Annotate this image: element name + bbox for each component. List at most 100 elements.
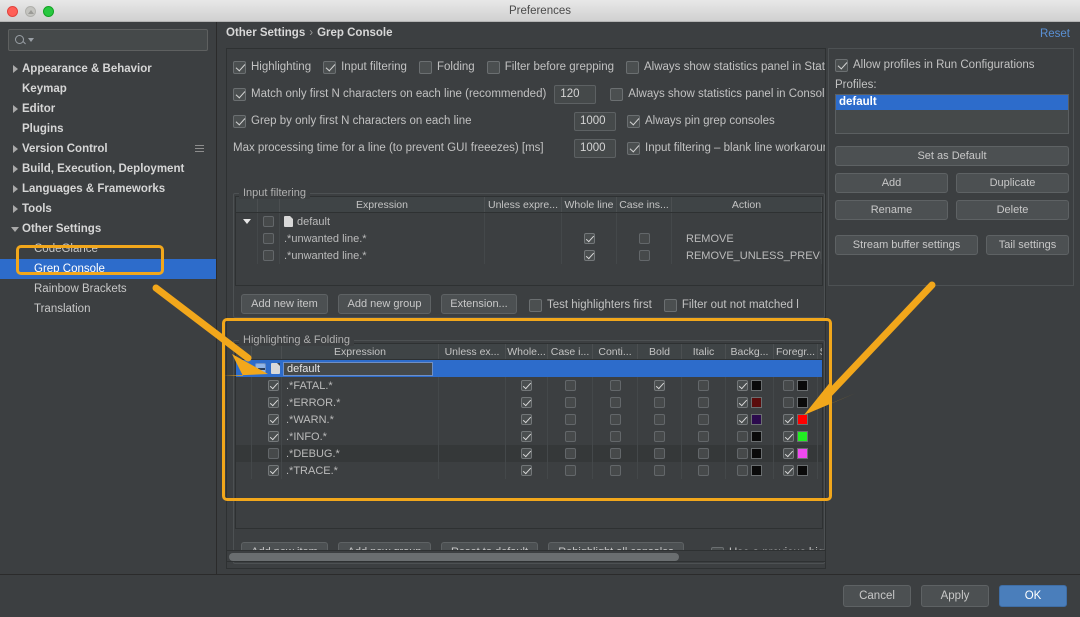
row-expression-cell[interactable]: .*DEBUG.*: [282, 445, 439, 462]
row-expression-cell[interactable]: .*ERROR.*: [282, 394, 439, 411]
row-unless-cell[interactable]: [439, 394, 506, 411]
row-case-cell[interactable]: [617, 247, 672, 264]
row-case-cell[interactable]: [548, 428, 593, 445]
column-foreground[interactable]: Foregr...: [774, 344, 818, 359]
row-case-cell[interactable]: [617, 213, 672, 230]
italic-checkbox[interactable]: [698, 448, 709, 459]
column-action[interactable]: Action: [672, 197, 822, 212]
enabled-checkbox[interactable]: [268, 380, 279, 391]
sidebar-item-grep-console[interactable]: Grep Console: [0, 259, 216, 279]
row-expression-cell[interactable]: .*unwanted line.*: [280, 230, 485, 247]
breadcrumb-root[interactable]: Other Settings: [226, 27, 305, 39]
expression-edit-input[interactable]: default: [283, 361, 433, 376]
highlighting-table[interactable]: Expression Unless ex... Whole... Case i.…: [235, 343, 823, 529]
row-expression-cell[interactable]: .*unwanted line.*: [280, 247, 485, 264]
test-highlighters-first-checkbox[interactable]: [529, 298, 542, 312]
row-expression-cell[interactable]: default: [280, 213, 485, 230]
add-profile-button[interactable]: Add: [835, 173, 948, 193]
row-continue-cell[interactable]: [593, 428, 638, 445]
row-status-cell[interactable]: [818, 411, 822, 428]
continue-checkbox[interactable]: [609, 414, 621, 425]
row-expression-cell[interactable]: default: [282, 360, 439, 377]
row-case-cell[interactable]: [548, 462, 593, 479]
continue-checkbox[interactable]: [609, 431, 621, 442]
table-row[interactable]: default: [236, 360, 822, 377]
match-first-n-checkbox[interactable]: [233, 87, 246, 101]
input-filtering-add-new-item-button[interactable]: Add new item: [241, 294, 328, 314]
chevron-down-icon[interactable]: [28, 38, 34, 42]
foreground-color-swatch[interactable]: [797, 380, 808, 391]
apply-button[interactable]: Apply: [921, 585, 989, 607]
bold-checkbox[interactable]: [654, 431, 665, 442]
column-expression[interactable]: Expression: [282, 344, 439, 359]
row-twisty-cell[interactable]: [236, 360, 252, 377]
continue-checkbox[interactable]: [609, 465, 621, 476]
row-continue-cell[interactable]: [593, 394, 638, 411]
row-background-cell[interactable]: [726, 462, 774, 479]
foreground-checkbox[interactable]: [783, 397, 794, 408]
row-unless-cell[interactable]: [439, 462, 506, 479]
chevron-down-icon[interactable]: [241, 219, 253, 224]
case-insensitive-checkbox[interactable]: [564, 448, 576, 459]
row-enabled-cell[interactable]: [252, 360, 282, 377]
table-row[interactable]: default: [236, 213, 822, 230]
table-row[interactable]: .*TRACE.*: [236, 462, 822, 479]
bold-checkbox[interactable]: [654, 397, 665, 408]
search-input[interactable]: [8, 29, 208, 51]
stream-buffer-settings-button[interactable]: Stream buffer settings: [835, 235, 978, 255]
sidebar-item-appearance-behavior[interactable]: Appearance & Behavior: [0, 59, 216, 79]
case-insensitive-checkbox[interactable]: [564, 380, 576, 391]
table-row[interactable]: .*DEBUG.*: [236, 445, 822, 462]
chevron-down-icon[interactable]: [238, 366, 250, 371]
row-background-cell[interactable]: [726, 360, 774, 377]
input-filtering-table[interactable]: Expression Unless expre... Whole line Ca…: [235, 196, 823, 286]
chevron-right-icon[interactable]: [8, 185, 22, 193]
row-bold-cell[interactable]: [638, 411, 682, 428]
table-row[interactable]: .*unwanted line.* REMOVE_UNLESS_PREVIOUS…: [236, 247, 822, 264]
row-status-cell[interactable]: [818, 377, 822, 394]
row-case-cell[interactable]: [548, 411, 593, 428]
stats-status-bar-checkbox[interactable]: [626, 60, 639, 74]
filter-out-not-matched-checkbox[interactable]: [663, 298, 677, 312]
folding-checkbox[interactable]: [418, 60, 432, 74]
row-whole-line-cell[interactable]: [562, 230, 617, 247]
background-color-swatch[interactable]: [751, 380, 762, 391]
tail-settings-button[interactable]: Tail settings: [986, 235, 1069, 255]
sidebar-item-keymap[interactable]: Keymap: [0, 79, 216, 99]
row-continue-cell[interactable]: [593, 377, 638, 394]
max-processing-time-input[interactable]: 1000: [574, 138, 616, 158]
foreground-color-swatch[interactable]: [797, 448, 808, 459]
row-status-cell[interactable]: [818, 360, 822, 377]
row-enabled-cell[interactable]: [258, 230, 280, 247]
row-enabled-cell[interactable]: [252, 394, 282, 411]
row-background-cell[interactable]: [726, 428, 774, 445]
row-status-cell[interactable]: [818, 394, 822, 411]
row-enabled-cell[interactable]: [258, 247, 280, 264]
duplicate-profile-button[interactable]: Duplicate: [956, 173, 1069, 193]
foreground-checkbox[interactable]: [783, 431, 794, 442]
whole-line-checkbox[interactable]: [583, 250, 595, 261]
background-checkbox[interactable]: [737, 380, 748, 391]
enabled-checkbox[interactable]: [263, 233, 274, 244]
row-unless-cell[interactable]: [485, 247, 562, 264]
chevron-down-icon[interactable]: [8, 227, 22, 232]
row-italic-cell[interactable]: [682, 462, 726, 479]
sidebar-item-tools[interactable]: Tools: [0, 199, 216, 219]
row-twisty-cell[interactable]: [236, 213, 258, 230]
foreground-checkbox[interactable]: [783, 380, 794, 391]
row-unless-cell[interactable]: [485, 213, 562, 230]
bold-checkbox[interactable]: [654, 414, 665, 425]
case-insensitive-checkbox[interactable]: [564, 414, 576, 425]
row-whole-line-cell[interactable]: [506, 428, 548, 445]
set-as-default-button[interactable]: Set as Default: [835, 146, 1069, 166]
row-bold-cell[interactable]: [638, 377, 682, 394]
grep-first-n-checkbox[interactable]: [233, 114, 246, 128]
row-unless-cell[interactable]: [439, 445, 506, 462]
grep-first-n-input[interactable]: 1000: [574, 111, 616, 131]
foreground-checkbox[interactable]: [783, 448, 794, 459]
row-italic-cell[interactable]: [682, 445, 726, 462]
foreground-color-swatch[interactable]: [797, 465, 808, 476]
row-bold-cell[interactable]: [638, 394, 682, 411]
column-expression[interactable]: Expression: [280, 197, 485, 212]
whole-line-checkbox[interactable]: [521, 380, 532, 391]
